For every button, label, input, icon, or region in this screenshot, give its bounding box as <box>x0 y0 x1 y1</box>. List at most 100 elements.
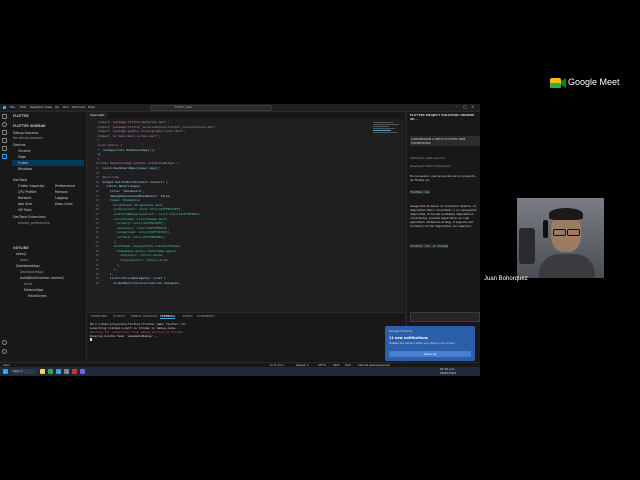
explorer-icon[interactable] <box>2 114 7 119</box>
flutter-icon[interactable] <box>2 154 7 159</box>
outline-item[interactable]: MainScreen <box>28 294 47 298</box>
device-chrome[interactable]: Chrome <box>18 149 31 153</box>
panel-tab-ports[interactable]: PORTS <box>183 314 193 318</box>
code-line[interactable]: displayColor: Colors.white, <box>99 258 170 262</box>
search-icon[interactable] <box>2 122 7 127</box>
code-line[interactable]: @override <box>99 175 119 179</box>
devtools-extension-item[interactable]: shared_preferences <box>18 221 49 225</box>
device-windows[interactable]: Windows <box>18 167 32 171</box>
tool-memory[interactable]: Memory <box>55 190 68 194</box>
code-line[interactable]: theme: ThemeData( <box>99 198 141 202</box>
code-line[interactable]: background: Color(0xFF1E1E2C), <box>99 230 171 234</box>
code-line[interactable]: secondary: Color(0xFF03DAC6), <box>99 226 169 230</box>
run-debug-icon[interactable] <box>2 138 7 143</box>
device-flutter[interactable]: Flutter <box>18 161 29 165</box>
vscode-taskbar-icon[interactable] <box>56 369 61 374</box>
menu-selection[interactable]: Selection <box>30 105 44 109</box>
code-line[interactable]: GlobalMaterialLocalizations.delegate, <box>99 281 180 285</box>
panel-tab-output[interactable]: OUTPUT <box>113 314 125 318</box>
code-line[interactable]: ), <box>99 240 117 244</box>
source-control-icon[interactable] <box>2 130 7 135</box>
close-icon[interactable]: × <box>471 104 474 109</box>
panel-tab-debug-console[interactable]: DEBUG CONSOLE <box>131 314 157 318</box>
menu-run[interactable]: Run <box>63 105 69 109</box>
minimap[interactable] <box>373 121 403 145</box>
code-line[interactable]: import 'package:flutter_localizations/fl… <box>99 125 218 129</box>
tool-app-size[interactable]: App Size <box>18 202 32 206</box>
panel-tab-terminal[interactable]: TERMINAL <box>160 314 176 319</box>
code-line[interactable]: primary: Color(0xFF6C63FF), <box>99 221 166 225</box>
outline-item[interactable]: DashboardApp <box>16 264 40 268</box>
code-line[interactable]: brightness: Brightness.dark, <box>99 203 164 207</box>
code-line[interactable]: const DashboardApp({super.key}); <box>99 166 161 170</box>
tab-main-dart[interactable]: main.dart <box>87 112 108 119</box>
code-line[interactable]: runApp(const DashboardApp()); <box>99 148 155 152</box>
minimize-icon[interactable]: – <box>455 104 457 109</box>
sidebar-header: FLUTTER SIDEBAR <box>13 124 46 128</box>
code-line[interactable]: bodyColor: Colors.white, <box>99 253 164 257</box>
code-line[interactable]: ), <box>99 272 114 276</box>
menu-view[interactable]: View <box>45 105 52 109</box>
code-line[interactable]: colorScheme: ColorScheme.dark( <box>99 217 167 221</box>
code-line[interactable]: textTheme: GoogleFonts.latoTextTheme( <box>99 244 180 248</box>
panel-tab-problems[interactable]: PROBLEMS <box>91 314 107 318</box>
code-editor[interactable]: main.dart 1 import 'package:flutter/mater… <box>87 112 405 312</box>
menu-terminal[interactable]: Terminal <box>72 105 85 109</box>
menu-help[interactable]: Help <box>88 105 95 109</box>
tool-cpu-profiler[interactable]: CPU Profiler <box>18 190 37 194</box>
code-line[interactable]: debugShowCheckedModeBanner: false, <box>99 194 171 198</box>
code-line[interactable]: primaryColor: const Color(0xFF6C63FF), <box>99 207 182 211</box>
outline-item[interactable]: main <box>20 258 28 262</box>
settings-gear-icon[interactable] <box>2 349 7 354</box>
code-line[interactable]: ThemeData.dark().textTheme.apply( <box>99 249 177 253</box>
participant-video-tile[interactable] <box>517 198 604 278</box>
maximize-icon[interactable]: □ <box>463 104 467 109</box>
app-icon[interactable] <box>64 369 69 374</box>
tool-deep-links[interactable]: Deep Links <box>55 202 73 206</box>
code-line[interactable]: import 'screens/main_screen.dart'; <box>99 134 160 138</box>
outline-item[interactable]: DashboardApp <box>20 270 44 274</box>
menu-file[interactable]: File <box>10 105 15 109</box>
code-area[interactable]: 1 import 'package:flutter/material.dart';… <box>95 120 365 310</box>
code-line[interactable]: ), <box>99 263 121 267</box>
code-line[interactable]: Widget build(BuildContext context) { <box>99 180 168 184</box>
menu-edit[interactable]: Edit <box>20 105 26 109</box>
code-line[interactable]: scaffoldBackgroundColor: const Color(0xF… <box>99 212 202 216</box>
show-all-button[interactable]: Show all <box>389 351 471 357</box>
chat-code-snippet-2[interactable]: flutter run -d chrome <box>410 244 448 248</box>
tool-performance[interactable]: Performance <box>55 184 75 188</box>
chat-input[interactable] <box>410 312 480 322</box>
outline-item[interactable]: main() <box>16 252 26 256</box>
panel-tab-comments[interactable]: COMMENTS <box>197 314 215 318</box>
chat-code-snippet[interactable]: flutter run <box>410 190 430 194</box>
code-line[interactable]: import 'package:google_fonts/google_font… <box>99 129 186 133</box>
code-line[interactable]: class DashboardApp extends StatelessWidg… <box>99 161 178 165</box>
account-icon[interactable] <box>2 340 7 345</box>
code-line[interactable]: title: 'Dashboard', <box>99 189 144 193</box>
chrome-notification[interactable]: Google Chrome 11 new notifications Detai… <box>385 326 475 361</box>
outline-item[interactable]: MaterialApp <box>24 288 43 292</box>
code-line[interactable]: void main() { <box>99 143 122 147</box>
tool-network[interactable]: Network <box>18 196 31 200</box>
code-line[interactable]: } <box>99 152 101 156</box>
app-icon[interactable] <box>80 369 85 374</box>
app-icon[interactable] <box>72 369 77 374</box>
file-explorer-icon[interactable] <box>40 369 45 374</box>
code-line[interactable]: return MaterialApp( <box>99 184 140 188</box>
extensions-icon[interactable] <box>2 146 7 151</box>
chrome-icon[interactable] <box>48 369 53 374</box>
tool-flutter-inspector[interactable]: Flutter Inspector <box>18 184 44 188</box>
code-line[interactable]: import 'package:flutter/material.dart'; <box>99 120 169 124</box>
taskbar-search[interactable]: Search <box>11 369 37 374</box>
code-line[interactable]: surface: Color(0xFF2D2D44), <box>99 235 166 239</box>
code-line[interactable]: ), <box>99 267 117 271</box>
device-edge[interactable]: Edge <box>18 155 26 159</box>
menu-go[interactable]: Go <box>55 105 59 109</box>
windows-start-icon[interactable] <box>3 369 8 374</box>
tool-vm-tools[interactable]: VM Tools <box>18 208 32 212</box>
outline-item[interactable]: build <box>24 282 32 286</box>
command-center[interactable] <box>150 105 272 111</box>
tool-logging[interactable]: Logging <box>55 196 68 200</box>
outline-item[interactable]: build(BuildContext context) <box>20 276 64 280</box>
code-line[interactable]: localizationsDelegates: const [ <box>99 276 166 280</box>
